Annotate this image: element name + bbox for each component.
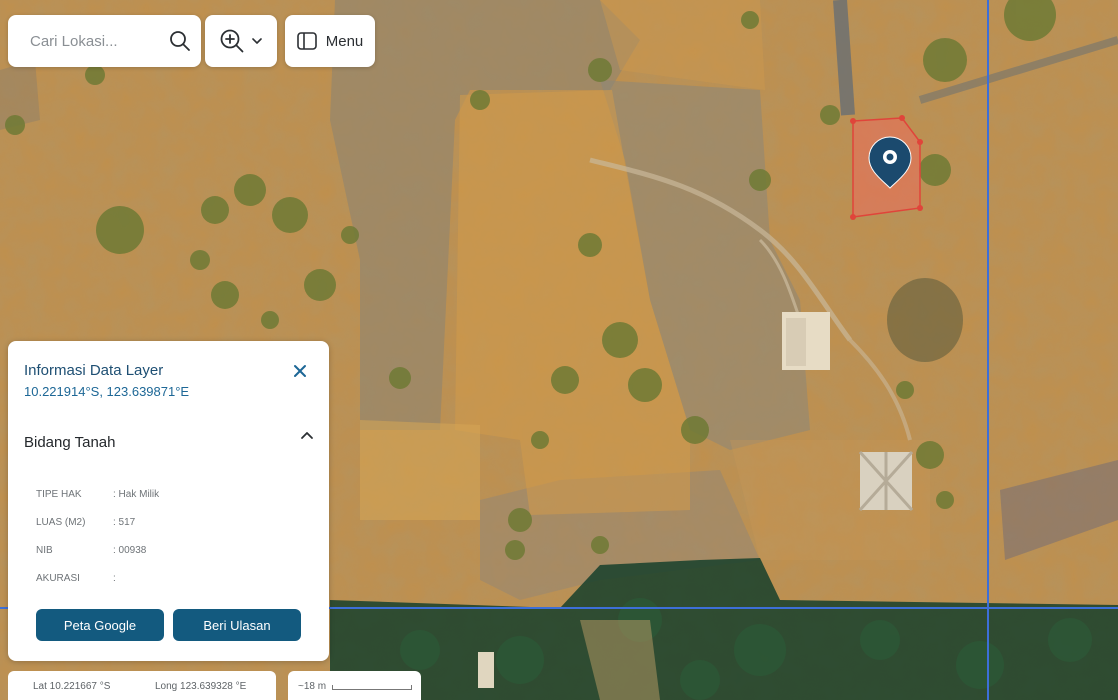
menu-button[interactable]: Menu: [285, 15, 375, 67]
search-input[interactable]: [30, 32, 160, 50]
attribute-label: TIPE HAK: [36, 489, 82, 500]
section-title: Bidang Tanah: [24, 434, 116, 451]
scale-bar: ~18 m: [288, 671, 421, 700]
building-roof: [786, 318, 806, 366]
attribute-row: NIB : 00938: [36, 545, 146, 556]
road: [833, 0, 855, 116]
attribute-row: LUAS (M2) : 517: [36, 517, 135, 528]
attribute-label: AKURASI: [36, 573, 80, 584]
scale-label: ~18 m: [298, 681, 327, 692]
sidebar-panel-icon: [296, 32, 317, 50]
panel-coordinates: 10.221914°S, 123.639871°E: [24, 384, 190, 399]
attribute-value: : Hak Milik: [113, 489, 160, 500]
attribute-label: LUAS (M2): [36, 517, 86, 528]
pond: [887, 278, 963, 362]
zoom-in-icon[interactable]: [219, 28, 245, 54]
review-button[interactable]: Beri Ulasan: [173, 609, 301, 641]
close-icon[interactable]: [291, 362, 309, 380]
attribute-value: : 517: [113, 517, 136, 528]
attribute-label: NIB: [36, 545, 53, 556]
latitude-readout: Lat 10.221667 °S: [33, 681, 111, 692]
field-parcel: [360, 420, 480, 520]
attribute-row: AKURASI :: [36, 573, 116, 584]
zoom-control[interactable]: [205, 15, 277, 67]
chevron-down-icon[interactable]: [251, 35, 263, 47]
attribute-value: :: [113, 573, 116, 584]
panel-title: Informasi Data Layer: [24, 362, 164, 379]
info-panel: Informasi Data Layer 10.221914°S, 123.63…: [8, 341, 329, 661]
longitude-readout: Long 123.639328 °E: [155, 681, 247, 692]
search-icon[interactable]: [169, 30, 191, 52]
attribute-value: : 00938: [113, 545, 147, 556]
coordinate-readout: Lat 10.221667 °S Long 123.639328 °E: [8, 671, 276, 700]
attribute-row: TIPE HAK : Hak Milik: [36, 489, 159, 500]
scale-line: [332, 685, 412, 690]
building: [478, 652, 494, 688]
menu-label: Menu: [325, 32, 364, 50]
chevron-up-icon[interactable]: [298, 427, 316, 445]
search-box[interactable]: [8, 15, 201, 67]
google-maps-button[interactable]: Peta Google: [36, 609, 164, 641]
